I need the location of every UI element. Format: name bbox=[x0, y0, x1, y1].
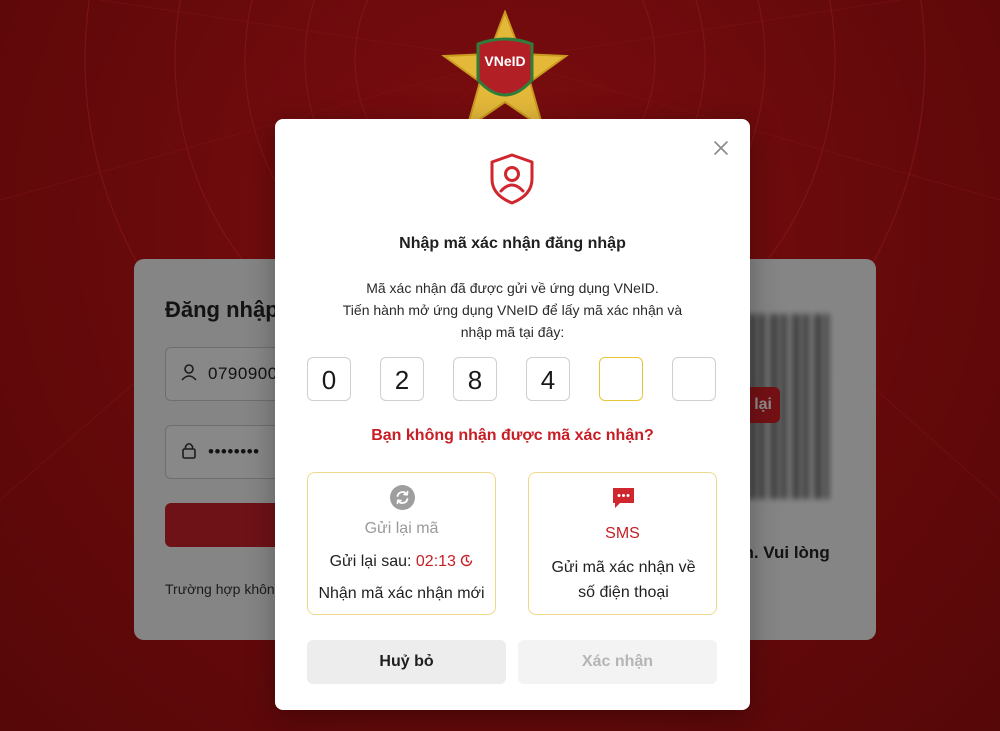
otp-digit-2[interactable]: 2 bbox=[380, 357, 424, 401]
cancel-button[interactable]: Huỷ bỏ bbox=[307, 640, 506, 684]
description-line: Tiến hành mở ứng dụng VNeID để lấy mã xá… bbox=[342, 302, 683, 318]
otp-digit-6[interactable] bbox=[672, 357, 716, 401]
vneid-emblem-logo: VNeID bbox=[441, 10, 569, 131]
timer-value: 02:13 bbox=[415, 553, 456, 570]
resend-label: Gửi lại mã bbox=[364, 520, 439, 537]
sms-icon bbox=[613, 488, 634, 508]
clock-icon bbox=[461, 554, 473, 567]
resend-timer-row: Gửi lại sau: 02:13 bbox=[308, 553, 495, 571]
close-icon[interactable] bbox=[712, 139, 730, 157]
login-footer-text: Trường hợp không bbox=[165, 581, 283, 597]
close-button[interactable] bbox=[712, 139, 730, 157]
lock-icon bbox=[180, 441, 198, 464]
otp-digit-4[interactable]: 4 bbox=[526, 357, 570, 401]
otp-modal: Nhập mã xác nhận đăng nhập Mã xác nhận đ… bbox=[275, 119, 750, 710]
description-line: Mã xác nhận đã được gửi về ứng dụng VNeI… bbox=[366, 280, 659, 296]
user-icon bbox=[180, 363, 198, 386]
sms-description: Gửi mã xác nhận về số điện thoại bbox=[551, 559, 696, 601]
modal-description: Mã xác nhận đã được gửi về ứng dụng VNeI… bbox=[315, 277, 710, 343]
timer-label: Gửi lại sau: bbox=[329, 553, 412, 570]
resend-description: Nhận mã xác nhận mới bbox=[318, 585, 485, 602]
resend-question-link[interactable]: Bạn không nhận được mã xác nhận? bbox=[275, 427, 750, 445]
password-value: •••••••• bbox=[208, 442, 260, 461]
refresh-icon bbox=[390, 485, 415, 510]
username-value: 0790900 bbox=[208, 364, 278, 383]
resend-code-option[interactable]: Gửi lại mã Gửi lại sau: 02:13 Nhận mã xá… bbox=[307, 472, 496, 615]
description-line: nhập mã tại đây: bbox=[460, 324, 565, 340]
modal-title: Nhập mã xác nhận đăng nhập bbox=[399, 235, 626, 252]
otp-digit-5[interactable] bbox=[599, 357, 643, 401]
sms-label: SMS bbox=[605, 525, 640, 542]
shield-user-icon bbox=[490, 153, 534, 205]
otp-digit-1[interactable]: 0 bbox=[307, 357, 351, 401]
svg-text:VNeID: VNeID bbox=[484, 53, 525, 69]
confirm-button[interactable]: Xác nhận bbox=[518, 640, 717, 684]
otp-digit-3[interactable]: 8 bbox=[453, 357, 497, 401]
sms-option[interactable]: SMS Gửi mã xác nhận về số điện thoại bbox=[528, 472, 717, 615]
login-title: Đăng nhập bbox=[165, 297, 279, 322]
